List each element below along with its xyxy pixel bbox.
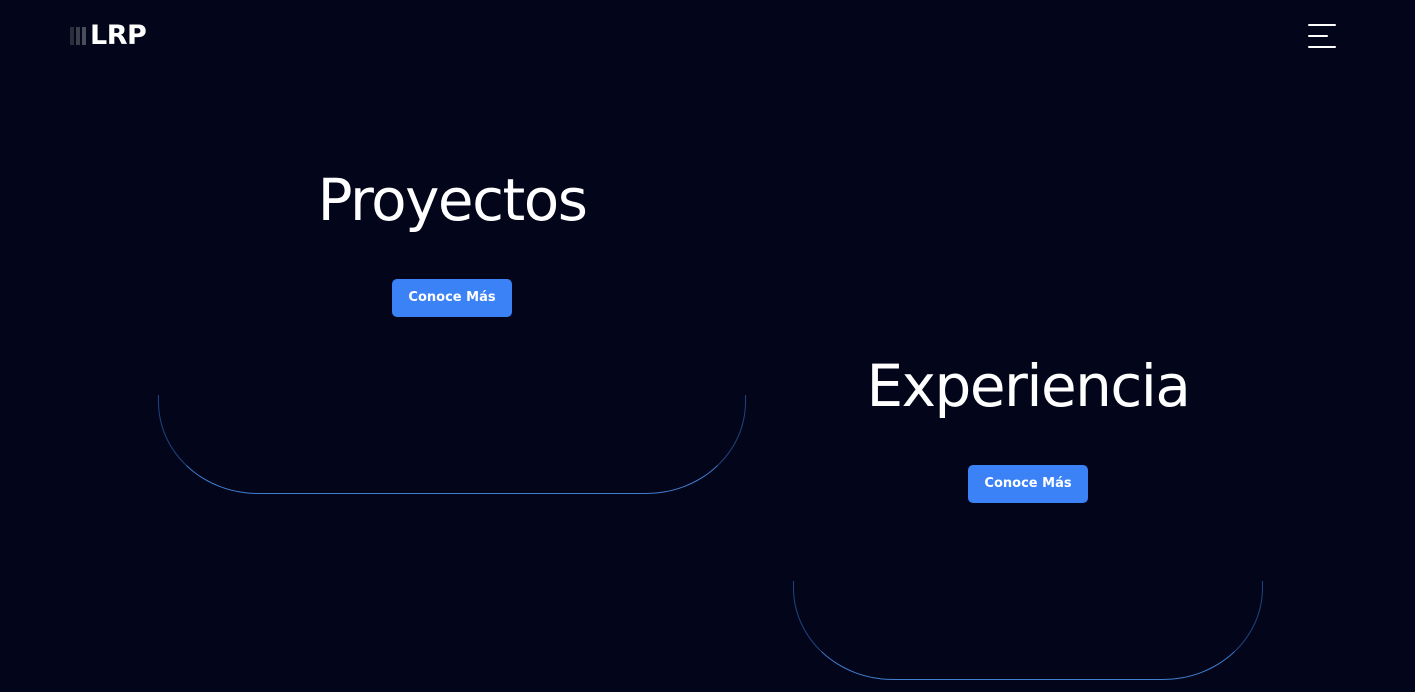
card-proyectos: Proyectos Conoce Más <box>158 165 746 494</box>
conoce-mas-proyectos-button[interactable]: Conoce Más <box>392 279 512 317</box>
card-title-experiencia: Experiencia <box>866 352 1191 420</box>
site-header: LRP <box>0 0 1415 72</box>
card-content: Experiencia Conoce Más <box>793 351 1263 503</box>
hamburger-menu-icon[interactable] <box>1306 22 1336 50</box>
card-content: Proyectos Conoce Más <box>158 165 746 317</box>
card-experiencia: Experiencia Conoce Más <box>793 351 1263 680</box>
card-outline <box>793 581 1263 680</box>
card-outline <box>158 395 746 494</box>
logo-text: LRP <box>90 20 147 51</box>
card-title-proyectos: Proyectos <box>317 166 588 234</box>
conoce-mas-experiencia-button[interactable]: Conoce Más <box>968 465 1088 503</box>
page: LRP Proyectos Conoce Más Experiencia Con… <box>0 0 1415 692</box>
logo-bars-icon <box>70 27 86 45</box>
site-logo[interactable]: LRP <box>70 20 147 51</box>
